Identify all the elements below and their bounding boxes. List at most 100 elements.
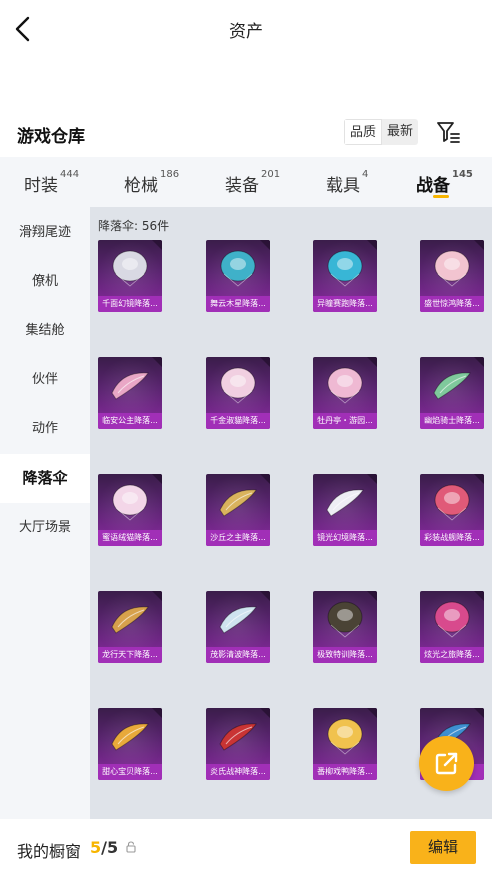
diamond-parachute-icon — [112, 250, 148, 287]
card-corner — [367, 357, 377, 367]
colorful-dome-parachute-icon — [434, 484, 470, 521]
card-label: 幽焰骑士降落... — [420, 413, 484, 429]
silver-wing-parachute-icon — [219, 606, 257, 634]
showcase-count: 5/5 — [90, 838, 118, 857]
card-label: 龙行天下降落... — [98, 647, 162, 663]
sort-option-latest[interactable]: 最新 — [382, 119, 418, 145]
sidebar-item-glide-trail[interactable]: 滑翔尾迹 — [0, 208, 90, 257]
tab-equipment[interactable]: 装备201 — [225, 169, 280, 196]
sidebar-item-lobby-scene[interactable]: 大厅场景 — [0, 503, 90, 552]
tab-fashion[interactable]: 时装444 — [24, 169, 80, 196]
tab-readiness[interactable]: 战备145 — [416, 169, 473, 196]
category-tabs: 时装444 枪械186 装备201 载具4 战备145 — [0, 157, 492, 207]
card-label: 牡丹亭・游园... — [313, 413, 377, 429]
card-corner — [367, 708, 377, 718]
parachute-card[interactable]: 舞云木星降落... — [206, 240, 270, 312]
parachute-card[interactable]: 炎氏战神降落... — [206, 708, 270, 780]
parachute-card[interactable]: 幽焰骑士降落... — [420, 357, 484, 429]
tab-count: 145 — [452, 169, 473, 180]
parachute-card[interactable]: 千面幻镜降落... — [98, 240, 162, 312]
top-bar: 资产 — [0, 0, 492, 58]
card-corner — [367, 474, 377, 484]
tab-label: 时装 — [24, 176, 58, 196]
candy-dome-parachute-icon — [112, 484, 148, 521]
card-label: 彩装战舰降落... — [420, 530, 484, 546]
card-corner — [152, 708, 162, 718]
card-corner — [474, 357, 484, 367]
card-label: 千金淑貓降落... — [206, 413, 270, 429]
card-label: 异瞳赛跑降落... — [313, 296, 377, 312]
tab-vehicles[interactable]: 载具4 — [326, 169, 369, 196]
parachute-card[interactable]: 镜光幻境降落... — [313, 474, 377, 546]
parachute-card[interactable]: 龙行天下降落... — [98, 591, 162, 663]
card-label: 千面幻镜降落... — [98, 296, 162, 312]
card-label: 沙丘之主降落... — [206, 530, 270, 546]
parachute-card[interactable]: 彩装战舰降落... — [420, 474, 484, 546]
parachute-card[interactable]: 盛世惊鸿降落... — [420, 240, 484, 312]
tab-label: 载具 — [326, 176, 360, 196]
parachute-card[interactable]: 极致特训降落... — [313, 591, 377, 663]
pattern-dome-parachute-icon — [434, 601, 470, 638]
item-count: 降落伞: 56件 — [98, 219, 170, 233]
showcase-total: /5 — [101, 838, 119, 857]
lock-icon — [126, 841, 136, 853]
yellow-dome-parachute-icon — [327, 718, 363, 755]
parachute-card[interactable]: 蜜语绒猫降落... — [98, 474, 162, 546]
card-corner — [474, 474, 484, 484]
sidebar-item-rally-pod[interactable]: 集结舱 — [0, 306, 90, 355]
edit-button[interactable]: 编辑 — [410, 831, 476, 864]
tab-label: 战备 — [416, 176, 450, 196]
card-corner — [260, 708, 270, 718]
sand-wing-parachute-icon — [219, 489, 257, 517]
red-wing-parachute-icon — [219, 723, 257, 751]
sidebar-item-companion[interactable]: 伙伴 — [0, 355, 90, 404]
white-wing-parachute-icon — [326, 489, 364, 517]
filter-button[interactable] — [436, 120, 462, 144]
tab-firearms[interactable]: 枪械186 — [124, 169, 179, 196]
active-tab-indicator — [433, 195, 449, 198]
parachute-card[interactable]: 甜心宝贝降落... — [98, 708, 162, 780]
parachute-card[interactable]: 异瞳赛跑降落... — [313, 240, 377, 312]
page-title: 资产 — [229, 22, 263, 42]
card-corner — [152, 240, 162, 250]
parachute-card[interactable]: 沙丘之主降落... — [206, 474, 270, 546]
card-label: 极致特训降落... — [313, 647, 377, 663]
sidebar-item-parachute[interactable]: 降落伞 — [0, 454, 90, 503]
card-corner — [260, 474, 270, 484]
card-corner — [474, 240, 484, 250]
parachute-card[interactable]: 番柳戏鸭降落... — [313, 708, 377, 780]
card-label: 茂影清波降落... — [206, 647, 270, 663]
share-icon — [435, 752, 458, 775]
sidebar-item-wingman[interactable]: 僚机 — [0, 257, 90, 306]
green-wing-parachute-icon — [433, 372, 471, 400]
warehouse-title: 游戏仓库 — [17, 127, 85, 147]
sidebar-item-emote[interactable]: 动作 — [0, 404, 90, 453]
item-grid: 降落伞: 56件 千面幻镜降落... 舞云木星降落... 异瞳赛跑降落... 盛世惊鸿… — [90, 207, 492, 819]
parachute-card[interactable]: 千金淑貓降落... — [206, 357, 270, 429]
parachute-card[interactable]: 炫光之旅降落... — [420, 591, 484, 663]
peony-parachute-icon — [327, 367, 363, 404]
parachute-card[interactable]: 临安公主降落... — [98, 357, 162, 429]
sort-option-quality[interactable]: 品质 — [344, 119, 382, 145]
tab-count: 444 — [60, 169, 80, 180]
card-corner — [152, 357, 162, 367]
sweet-wing-parachute-icon — [111, 723, 149, 751]
filter-icon — [437, 122, 460, 143]
card-corner — [474, 708, 484, 718]
card-corner — [367, 240, 377, 250]
card-corner — [152, 591, 162, 601]
card-label: 甜心宝贝降落... — [98, 764, 162, 780]
tab-label: 枪械 — [124, 176, 158, 196]
card-corner — [260, 591, 270, 601]
tab-count: 4 — [362, 169, 369, 180]
parachute-card[interactable]: 茂影清波降落... — [206, 591, 270, 663]
parachute-card[interactable]: 牡丹亭・游园... — [313, 357, 377, 429]
cat-parachute-icon — [220, 367, 256, 404]
showcase-label: 我的橱窗 — [17, 842, 82, 861]
card-label: 番柳戏鸭降落... — [313, 764, 377, 780]
card-corner — [152, 474, 162, 484]
bottom-bar: 我的橱窗 5/5 编辑 — [0, 819, 492, 876]
share-button[interactable] — [419, 736, 474, 791]
card-label: 舞云木星降落... — [206, 296, 270, 312]
dragon-wing-parachute-icon — [111, 606, 149, 634]
